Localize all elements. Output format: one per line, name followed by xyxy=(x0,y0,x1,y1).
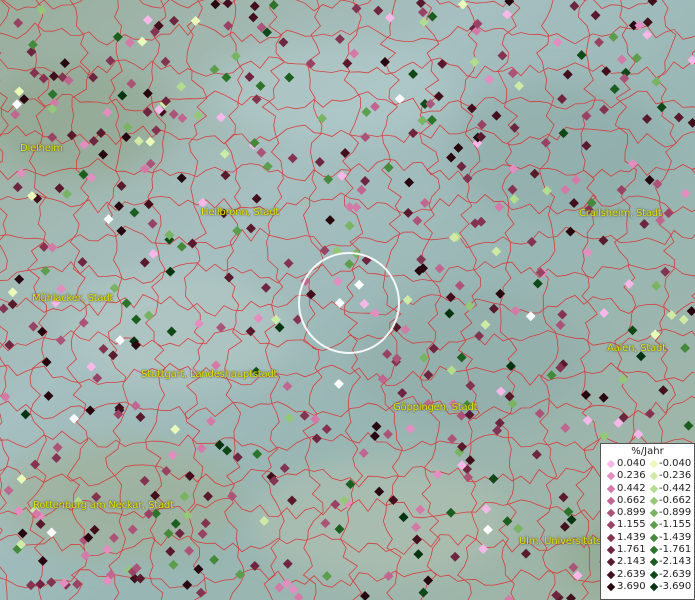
legend-swatch-negative xyxy=(649,570,659,579)
legend-swatch-negative xyxy=(649,533,659,543)
legend-swatch-negative xyxy=(649,484,659,493)
legend-row: 1.761 -1.761 xyxy=(601,544,694,556)
legend-swatch-negative xyxy=(649,545,659,555)
legend-value-positive: 3.690 xyxy=(617,580,646,592)
legend-rows: 0.040 -0.040 0.236 -0.236 0.442 -0.442 0.662 -0… xyxy=(601,458,694,593)
legend-swatch-positive xyxy=(606,459,616,469)
legend-value-positive: 1.439 xyxy=(617,531,646,543)
legend-swatch-positive xyxy=(606,533,616,543)
legend-swatch-negative xyxy=(649,459,659,469)
legend-row: 2.639 -2.639 xyxy=(601,569,694,581)
legend-value-negative: -1.155 xyxy=(659,519,692,531)
legend-value-negative: -0.442 xyxy=(659,482,692,494)
legend-title: %/Jahr xyxy=(631,446,664,457)
legend-row: 0.040 -0.040 xyxy=(601,458,694,470)
city-label-crailsheim: Crailsheim, Stadt xyxy=(579,208,662,219)
legend-swatch-positive xyxy=(606,582,616,592)
legend-value-positive: 0.236 xyxy=(617,470,646,482)
legend-value-positive: 0.662 xyxy=(617,494,646,506)
legend-swatch-positive xyxy=(606,508,616,518)
city-label-dielheim: Dielheim xyxy=(20,143,63,154)
legend-value-positive: 1.155 xyxy=(617,519,646,531)
legend-value-negative: -1.439 xyxy=(659,531,692,543)
selection-circle[interactable] xyxy=(298,252,400,354)
city-label-goeppingen: Göppingen, Stadt xyxy=(393,402,478,413)
legend-value-negative: -1.761 xyxy=(659,544,692,556)
city-label-muehlacker: Mühlacker, Stadt xyxy=(32,293,114,304)
legend-swatch-positive xyxy=(606,558,616,567)
legend-value-positive: 0.442 xyxy=(617,482,646,494)
legend-swatch-negative xyxy=(649,508,659,518)
legend-swatch-negative xyxy=(649,582,659,592)
legend-value-positive: 2.639 xyxy=(617,568,646,580)
legend-row: 0.442 -0.442 xyxy=(601,483,694,495)
legend-value-positive: 1.761 xyxy=(617,544,646,556)
legend-row: 2.143 -2.143 xyxy=(601,556,694,568)
legend-row: 0.662 -0.662 xyxy=(601,495,694,507)
legend-value-negative: -0.236 xyxy=(659,470,692,482)
legend-swatch-positive xyxy=(606,521,616,530)
legend-swatch-positive xyxy=(606,484,616,493)
legend-swatch-negative xyxy=(649,472,659,481)
legend-swatch-negative xyxy=(649,558,659,567)
legend-value-negative: -3.690 xyxy=(659,580,692,592)
legend-swatch-positive xyxy=(606,472,616,481)
legend-swatch-positive xyxy=(606,545,616,555)
legend-swatch-positive xyxy=(606,570,616,579)
legend-swatch-positive xyxy=(606,496,616,506)
legend-value-negative: -0.899 xyxy=(659,507,692,519)
legend: %/Jahr 0.040 -0.040 0.236 -0.236 0.442 -0.442… xyxy=(600,443,695,600)
legend-row: 0.899 -0.899 xyxy=(601,507,694,519)
legend-value-negative: -0.040 xyxy=(659,458,692,469)
city-label-aalen: Aalen, Stadt xyxy=(607,343,666,354)
legend-swatch-negative xyxy=(649,496,659,506)
city-label-heilbronn: Heilbronn, Stadt xyxy=(201,207,280,218)
legend-value-positive: 0.040 xyxy=(617,458,646,469)
legend-row: 3.690 -3.690 xyxy=(601,581,694,593)
legend-value-negative: -2.143 xyxy=(659,556,692,568)
legend-value-negative: -2.639 xyxy=(659,568,692,580)
legend-value-positive: 0.899 xyxy=(617,507,646,519)
legend-row: 1.439 -1.439 xyxy=(601,532,694,544)
legend-row: 0.236 -0.236 xyxy=(601,470,694,482)
legend-value-negative: -0.662 xyxy=(659,494,692,506)
city-label-rottenburg: Rottenburg am Neckar, Stadt xyxy=(33,500,174,511)
city-label-stuttgart: Stuttgart, Landeshauptstadt xyxy=(141,369,278,380)
legend-row: 1.155 -1.155 xyxy=(601,519,694,531)
legend-swatch-negative xyxy=(649,521,659,530)
legend-value-positive: 2.143 xyxy=(617,556,646,568)
